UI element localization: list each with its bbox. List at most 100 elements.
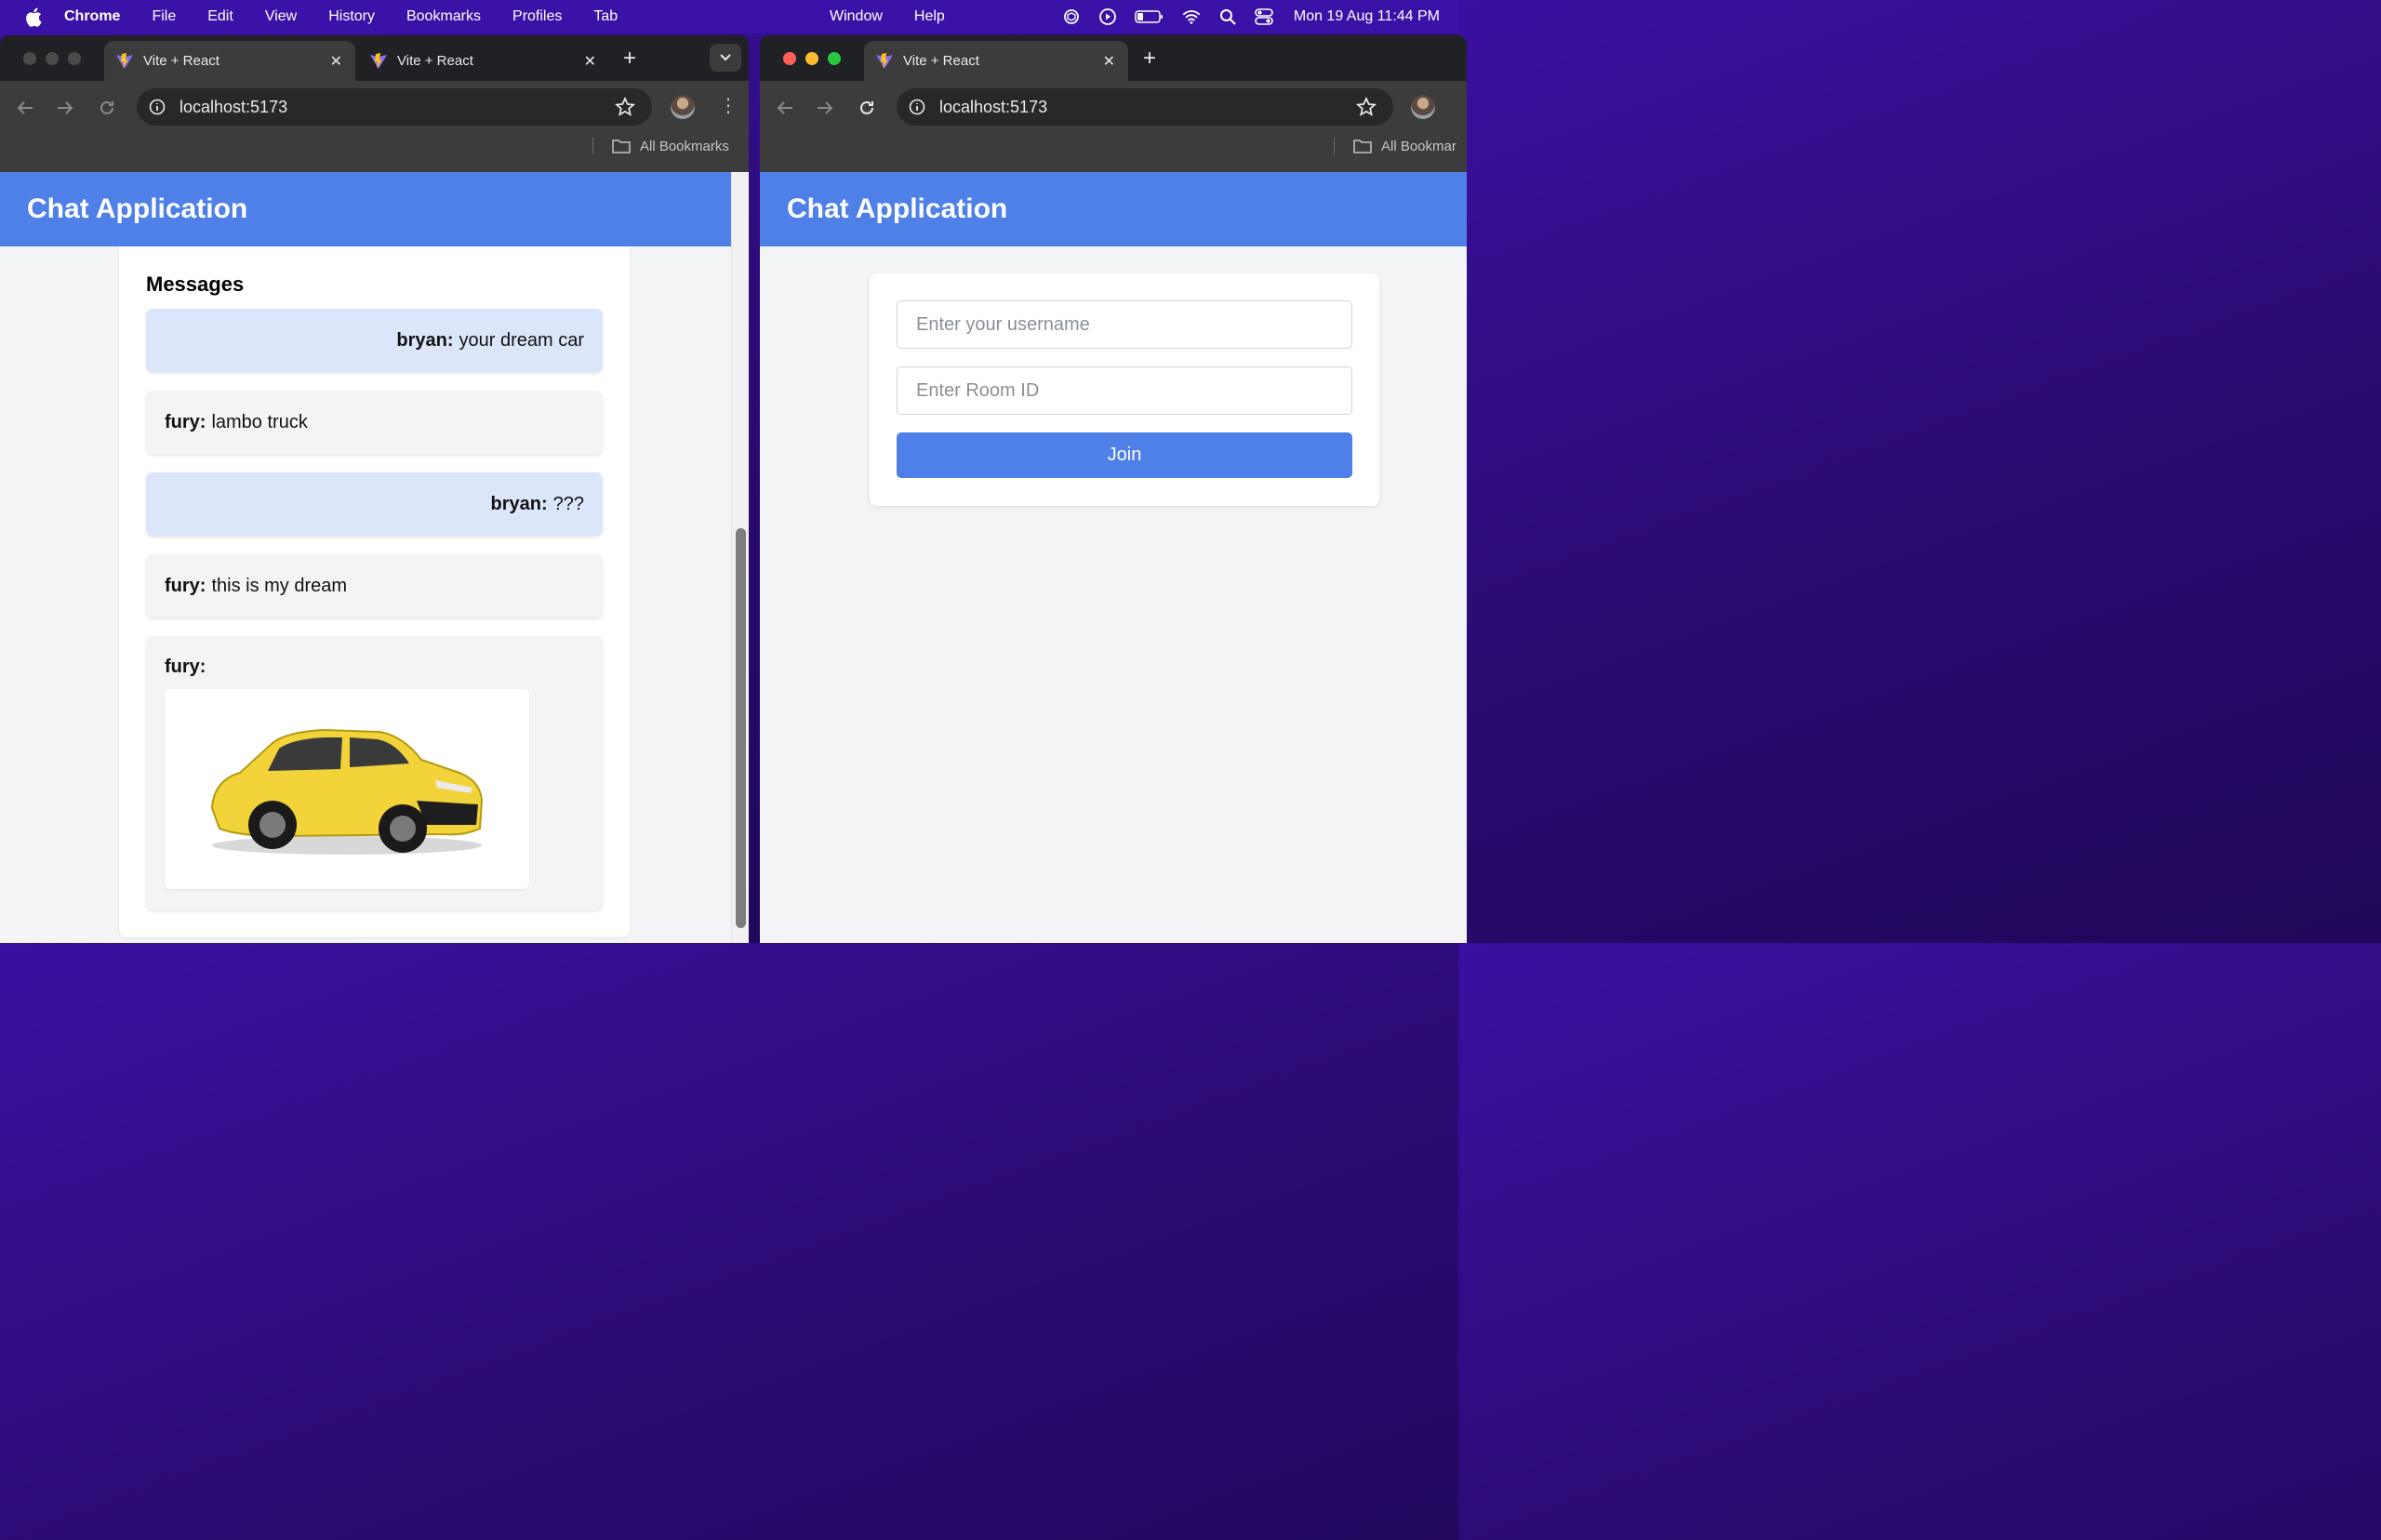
menu-bookmarks[interactable]: Bookmarks — [406, 8, 481, 25]
bookmarks-separator — [592, 138, 593, 154]
menu-edit[interactable]: Edit — [207, 8, 233, 25]
vite-logo-icon — [370, 52, 387, 69]
join-button[interactable]: Join — [897, 432, 1352, 478]
close-tab-icon[interactable]: ✕ — [584, 52, 596, 71]
back-arrow-icon[interactable] — [775, 98, 795, 118]
minimize-window-button[interactable] — [46, 52, 59, 65]
tab-vite-react-1[interactable]: Vite + React ✕ — [104, 41, 355, 81]
apple-logo-icon[interactable] — [25, 7, 46, 27]
more-menu-icon[interactable]: ⋮ — [719, 96, 738, 116]
message-author: fury: — [165, 575, 206, 596]
chatgpt-icon[interactable] — [1062, 7, 1081, 26]
new-tab-button[interactable]: + — [1143, 46, 1156, 71]
tab-vite-react[interactable]: Vite + React ✕ — [864, 41, 1128, 81]
close-tab-icon[interactable]: ✕ — [1103, 52, 1115, 71]
all-bookmarks-link[interactable]: All Bookmarks — [640, 139, 729, 154]
site-info-icon[interactable] — [908, 98, 926, 116]
tab-title: Vite + React — [397, 53, 473, 69]
tab-title: Vite + React — [143, 53, 219, 69]
bookmarks-bar: All Bookmarks — [592, 138, 729, 154]
zoom-window-button[interactable] — [828, 52, 841, 65]
browser-toolbar: localhost:5173 — [760, 81, 1467, 172]
wifi-icon[interactable] — [1182, 7, 1201, 26]
reload-icon[interactable] — [857, 98, 877, 118]
message-item: bryan: your dream car — [146, 309, 603, 372]
close-tab-icon[interactable]: ✕ — [330, 52, 342, 71]
message-text: ??? — [552, 493, 584, 514]
new-tab-button[interactable]: + — [623, 46, 636, 71]
username-input[interactable] — [897, 300, 1352, 349]
address-bar[interactable]: localhost:5173 — [137, 88, 652, 126]
menu-app-name[interactable]: Chrome — [64, 8, 120, 25]
forward-arrow-icon[interactable] — [55, 98, 75, 118]
yellow-suv-image[interactable] — [165, 689, 529, 889]
battery-icon[interactable] — [1135, 7, 1164, 26]
window-controls-inactive — [23, 52, 81, 65]
all-bookmarks-link[interactable]: All Bookmar — [1381, 139, 1457, 154]
image-message-item: fury: — [146, 636, 603, 909]
spotlight-search-icon[interactable] — [1218, 7, 1237, 26]
message-author: bryan: — [490, 493, 548, 514]
window-controls — [783, 52, 841, 65]
menu-profiles[interactable]: Profiles — [512, 8, 562, 25]
message-text: lambo truck — [211, 411, 308, 432]
menubar-clock[interactable]: Mon 19 Aug 11:44 PM — [1294, 8, 1440, 25]
left-browser-window: Vite + React ✕ Vite + React ✕ + localhos… — [0, 35, 749, 943]
minimize-window-button[interactable] — [805, 52, 818, 65]
join-room-form: Join — [870, 273, 1379, 506]
menu-help[interactable]: Help — [914, 8, 945, 25]
message-author: bryan: — [396, 329, 454, 351]
message-author: fury: — [165, 657, 206, 677]
app-title: Chat Application — [27, 193, 248, 224]
browser-toolbar: localhost:5173 ⋮ — [0, 81, 749, 172]
menu-tab[interactable]: Tab — [593, 8, 618, 25]
menu-window[interactable]: Window — [830, 8, 883, 25]
vite-logo-icon — [116, 52, 133, 69]
tab-vite-react-2[interactable]: Vite + React ✕ — [358, 41, 609, 81]
bookmark-star-icon[interactable] — [1356, 97, 1377, 117]
folder-icon — [612, 139, 631, 153]
app-header: Chat Application — [760, 172, 1467, 246]
macos-menubar: Chrome File Edit View History Bookmarks … — [0, 0, 1458, 33]
message-item: fury: lambo truck — [146, 391, 603, 454]
back-arrow-icon[interactable] — [15, 98, 35, 118]
message-text: your dream car — [459, 329, 585, 351]
tab-search-button[interactable] — [710, 44, 741, 72]
address-bar[interactable]: localhost:5173 — [897, 88, 1393, 126]
close-window-button[interactable] — [783, 52, 796, 65]
app-title: Chat Application — [787, 193, 1008, 224]
menu-history[interactable]: History — [328, 8, 375, 25]
bookmark-star-icon[interactable] — [615, 97, 635, 117]
play-circle-icon[interactable] — [1098, 7, 1117, 26]
page-scrollbar[interactable] — [731, 172, 749, 943]
url-text[interactable]: localhost:5173 — [939, 98, 1047, 117]
car-illustration — [210, 728, 484, 855]
profile-avatar[interactable] — [1411, 95, 1435, 119]
menu-view[interactable]: View — [265, 8, 297, 25]
close-window-button[interactable] — [23, 52, 36, 65]
bookmarks-bar: All Bookmar — [1334, 138, 1457, 154]
bookmarks-separator — [1334, 138, 1335, 154]
control-center-icon[interactable] — [1255, 7, 1273, 26]
messages-heading: Messages — [146, 272, 245, 296]
reload-icon[interactable] — [97, 98, 117, 118]
site-info-icon[interactable] — [148, 98, 166, 116]
vite-logo-icon — [876, 52, 893, 69]
message-author: fury: — [165, 411, 206, 432]
scrollbar-thumb[interactable] — [736, 528, 746, 928]
message-text: this is my dream — [211, 575, 348, 596]
tab-strip: Vite + React ✕ + — [760, 35, 1467, 81]
zoom-window-button[interactable] — [68, 52, 81, 65]
menu-file[interactable]: File — [152, 8, 176, 25]
message-item: bryan: ??? — [146, 472, 603, 536]
login-page: Chat Application Join — [760, 172, 1467, 943]
folder-icon — [1353, 139, 1372, 153]
forward-arrow-icon[interactable] — [815, 98, 835, 118]
right-browser-window: Vite + React ✕ + localhost:5173 All Book… — [760, 35, 1467, 943]
room-id-input[interactable] — [897, 366, 1352, 415]
app-header: Chat Application — [0, 172, 749, 246]
messages-panel: Messages bryan: your dream car fury: lam… — [119, 246, 630, 937]
profile-avatar[interactable] — [671, 95, 695, 119]
tab-title: Vite + React — [903, 53, 979, 69]
url-text[interactable]: localhost:5173 — [180, 98, 287, 117]
